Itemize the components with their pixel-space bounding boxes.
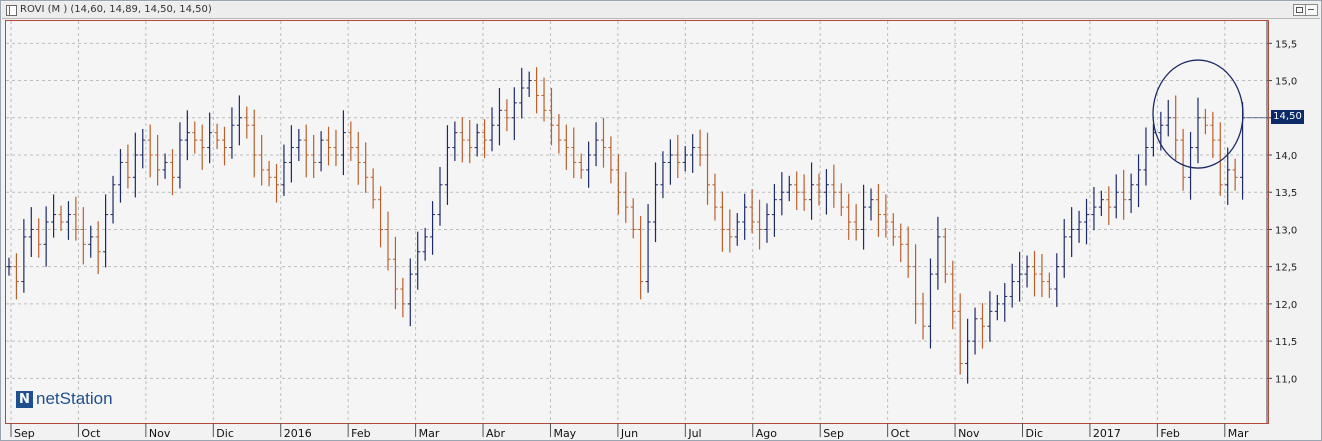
x-tick-label: May: [553, 427, 576, 440]
last-price-tag: 14,50: [1271, 110, 1304, 124]
netstation-logo-mark: N: [16, 390, 33, 408]
x-tick-label: Ago: [756, 427, 778, 440]
x-tick-label: Dic: [216, 427, 234, 440]
y-tick-label: 15,0: [1275, 77, 1297, 88]
x-tick-label: Jun: [620, 427, 638, 440]
y-tick-label: 11,5: [1275, 337, 1297, 348]
y-tick-label: 13,5: [1275, 188, 1297, 199]
x-tick-label: Oct: [891, 427, 911, 440]
x-tick-label: Nov: [149, 427, 171, 440]
x-tick-label: Jul: [687, 427, 701, 440]
x-tick-label: Abr: [486, 427, 506, 440]
x-tick-label: Oct: [81, 427, 101, 440]
x-tick-label: Mar: [1228, 427, 1249, 440]
chart-window: ROVI (M ) (14,60, 14,89, 14,50, 14,50) 1…: [0, 0, 1322, 441]
x-tick-label: Nov: [958, 427, 980, 440]
x-tick-label: Sep: [14, 427, 35, 440]
y-tick-label: 15,5: [1275, 39, 1297, 50]
x-tick-label: Feb: [1160, 427, 1179, 440]
y-tick-label: 12,5: [1275, 263, 1297, 274]
x-tick-label: Sep: [823, 427, 844, 440]
y-tick-label: 13,0: [1275, 225, 1297, 236]
y-tick-label: 11,0: [1275, 374, 1297, 385]
x-tick-label: Dic: [1025, 427, 1043, 440]
netstation-logo: N netStation: [16, 388, 113, 410]
y-tick-label: 12,0: [1275, 300, 1297, 311]
price-chart[interactable]: 11,011,512,012,513,013,514,014,515,015,5…: [1, 1, 1321, 440]
x-tick-label: 2017: [1093, 427, 1121, 440]
netstation-logo-text: netStation: [36, 389, 113, 408]
x-tick-label: Feb: [351, 427, 370, 440]
x-tick-label: 2016: [284, 427, 312, 440]
y-tick-label: 14,0: [1275, 151, 1297, 162]
x-tick-label: Mar: [419, 427, 440, 440]
